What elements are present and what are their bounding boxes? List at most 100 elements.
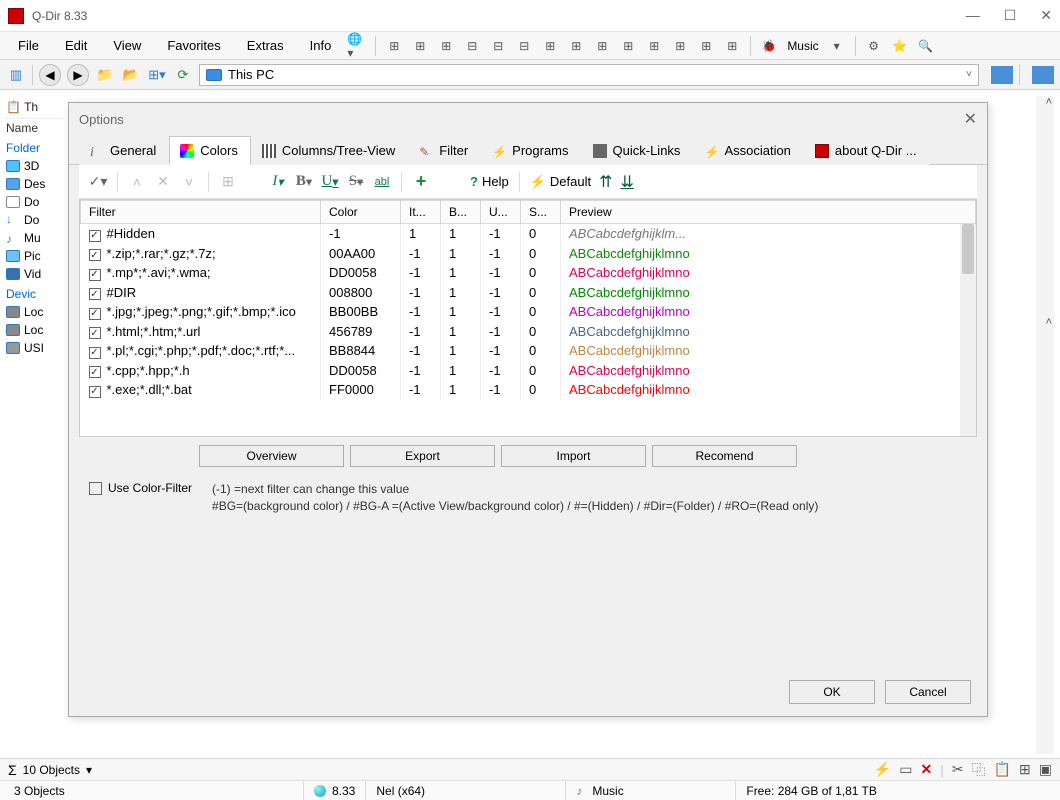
gear-icon[interactable]: ⚙ bbox=[864, 36, 884, 56]
up-folder-icon[interactable]: 📁 bbox=[95, 65, 115, 85]
sidebar-item-desktop[interactable]: Des bbox=[4, 175, 64, 193]
underline-icon[interactable]: U▾ bbox=[321, 173, 339, 191]
table-row[interactable]: ✓*.html;*.htm;*.url456789-11-10ABCabcdef… bbox=[81, 322, 976, 342]
globe-dropdown-icon[interactable]: 🌐▾ bbox=[347, 36, 367, 56]
table-row[interactable]: ✓*.zip;*.rar;*.gz;*.7z;00AA00-11-10ABCab… bbox=[81, 244, 976, 264]
move-up-icon[interactable]: ˄ bbox=[128, 173, 146, 191]
check-dropdown-icon[interactable]: ✓▾ bbox=[89, 173, 107, 191]
col-color[interactable]: Color bbox=[321, 201, 401, 224]
sidebar-item-pictures[interactable]: Pic bbox=[4, 247, 64, 265]
menu-view[interactable]: View bbox=[101, 34, 153, 57]
col-it[interactable]: It... bbox=[401, 201, 441, 224]
back-button[interactable]: ◀ bbox=[39, 64, 61, 86]
menu-extras[interactable]: Extras bbox=[235, 34, 296, 57]
layout-8-icon[interactable]: ⊞ bbox=[566, 36, 586, 56]
tab-association[interactable]: Association bbox=[693, 136, 803, 165]
misc-icon[interactable]: 🐞 bbox=[759, 36, 779, 56]
layout-7-icon[interactable]: ⊞ bbox=[540, 36, 560, 56]
move-down-icon[interactable]: ˅ bbox=[180, 173, 198, 191]
zoom-icon[interactable]: 🔍 bbox=[916, 36, 936, 56]
dialog-close-button[interactable]: ✕ bbox=[964, 109, 977, 129]
layout-13-icon[interactable]: ⊞ bbox=[696, 36, 716, 56]
monitor-2-icon[interactable] bbox=[1032, 66, 1054, 84]
sidebar-item-3d[interactable]: 3D bbox=[4, 157, 64, 175]
monitor-1-icon[interactable] bbox=[991, 66, 1013, 84]
tab-columns[interactable]: Columns/Tree-View bbox=[251, 136, 408, 165]
use-color-filter-checkbox[interactable]: Use Color-Filter bbox=[89, 481, 192, 495]
menu-file[interactable]: File bbox=[6, 34, 51, 57]
address-bar[interactable]: This PC ˅ bbox=[199, 64, 979, 86]
layout-12-icon[interactable]: ⊞ bbox=[670, 36, 690, 56]
menu-music[interactable]: Music bbox=[787, 39, 818, 53]
menu-info[interactable]: Info bbox=[298, 34, 344, 57]
sidebar-item-downloads[interactable]: Do bbox=[4, 211, 64, 229]
table-row[interactable]: ✓*.jpg;*.jpeg;*.png;*.gif;*.bmp;*.icoBB0… bbox=[81, 302, 976, 322]
address-dropdown-icon[interactable]: ˅ bbox=[966, 69, 972, 80]
col-b[interactable]: B... bbox=[441, 201, 481, 224]
collapse-down-icon[interactable]: ⇊ bbox=[621, 172, 634, 192]
tab-quick-links[interactable]: Quick-Links bbox=[582, 136, 694, 165]
cancel-button[interactable]: Cancel bbox=[885, 680, 971, 704]
layout-11-icon[interactable]: ⊞ bbox=[644, 36, 664, 56]
layout-4-icon[interactable]: ⊟ bbox=[462, 36, 482, 56]
red-x-icon[interactable]: ✕ bbox=[920, 761, 932, 778]
table-row[interactable]: ✓#Hidden-111-10ABCabcdefghijklm... bbox=[81, 224, 976, 244]
col-preview[interactable]: Preview bbox=[561, 201, 976, 224]
delete-icon[interactable]: ✕ bbox=[154, 173, 172, 191]
layout-10-icon[interactable]: ⊞ bbox=[618, 36, 638, 56]
layout-5-icon[interactable]: ⊟ bbox=[488, 36, 508, 56]
forward-button[interactable]: ▶ bbox=[67, 64, 89, 86]
tab-programs[interactable]: Programs bbox=[481, 136, 581, 165]
add-icon[interactable]: + bbox=[412, 173, 430, 191]
layout-3-icon[interactable]: ⊞ bbox=[436, 36, 456, 56]
grid-icon[interactable]: ⊞ bbox=[1019, 761, 1031, 778]
lightning-icon[interactable]: ⚡ bbox=[874, 761, 891, 778]
table-row[interactable]: ✓*.cpp;*.hpp;*.hDD0058-11-10ABCabcdefghi… bbox=[81, 361, 976, 381]
overview-button[interactable]: Overview bbox=[199, 445, 344, 467]
tab-filter[interactable]: Filter bbox=[408, 136, 481, 165]
chevron-up-icon[interactable]: ˄ bbox=[1046, 96, 1052, 108]
menu-edit[interactable]: Edit bbox=[53, 34, 99, 57]
right-pane-scroll[interactable]: ˄ ˄ bbox=[1036, 96, 1054, 754]
star-icon[interactable]: ⭐ bbox=[890, 36, 910, 56]
sidebar-item-videos[interactable]: Vid bbox=[4, 265, 64, 283]
table-row[interactable]: ✓*.exe;*.dll;*.batFF0000-11-10ABCabcdefg… bbox=[81, 380, 976, 400]
col-s[interactable]: S... bbox=[521, 201, 561, 224]
refresh-icon[interactable]: ⟳ bbox=[173, 65, 193, 85]
copy-icon[interactable]: ⿻ bbox=[972, 760, 986, 780]
tab-colors[interactable]: Colors bbox=[169, 136, 251, 165]
ok-button[interactable]: OK bbox=[789, 680, 875, 704]
minimize-button[interactable]: — bbox=[966, 7, 980, 24]
layout-2-icon[interactable]: ⊞ bbox=[410, 36, 430, 56]
tab-about[interactable]: about Q-Dir ... bbox=[804, 136, 930, 165]
export-button[interactable]: Export bbox=[350, 445, 495, 467]
grid-icon[interactable]: ⊞ bbox=[219, 173, 237, 191]
sidebar-item-local2[interactable]: Loc bbox=[4, 321, 64, 339]
table-row[interactable]: ✓*.pl;*.cgi;*.php;*.pdf;*.doc;*.rtf;*...… bbox=[81, 341, 976, 361]
bold-icon[interactable]: B▾ bbox=[295, 173, 313, 191]
layout-1-icon[interactable]: ⊞ bbox=[384, 36, 404, 56]
abl-icon[interactable]: abl bbox=[373, 173, 391, 191]
menu-favorites[interactable]: Favorites bbox=[155, 34, 232, 57]
strike-icon[interactable]: S▾ bbox=[347, 173, 365, 191]
help-button[interactable]: ? Help bbox=[470, 174, 509, 189]
italic-icon[interactable]: I▾ bbox=[269, 173, 287, 191]
layout-6-icon[interactable]: ⊟ bbox=[514, 36, 534, 56]
view-dropdown-icon[interactable]: ⊞▾ bbox=[147, 65, 167, 85]
col-u[interactable]: U... bbox=[481, 201, 521, 224]
table-scrollbar[interactable] bbox=[960, 224, 976, 436]
table-row[interactable]: ✓#DIR008800-11-10ABCabcdefghijklmno bbox=[81, 283, 976, 303]
music-dropdown-icon[interactable]: ▾ bbox=[827, 36, 847, 56]
window-icon[interactable]: ▣ bbox=[1039, 761, 1052, 778]
layout-14-icon[interactable]: ⊞ bbox=[722, 36, 742, 56]
default-button[interactable]: ⚡ Default bbox=[530, 174, 591, 190]
sidebar-item-local1[interactable]: Loc bbox=[4, 303, 64, 321]
col-filter[interactable]: Filter bbox=[81, 201, 321, 224]
collapse-up-icon[interactable]: ⇈ bbox=[599, 172, 612, 192]
sidebar-item-documents[interactable]: Do bbox=[4, 193, 64, 211]
import-button[interactable]: Import bbox=[501, 445, 646, 467]
objects-dropdown-icon[interactable]: ▾ bbox=[86, 763, 92, 777]
cut-icon[interactable]: ✂ bbox=[952, 761, 964, 778]
sidebar-item-usb[interactable]: USI bbox=[4, 339, 64, 357]
tab-general[interactable]: General bbox=[79, 136, 169, 165]
